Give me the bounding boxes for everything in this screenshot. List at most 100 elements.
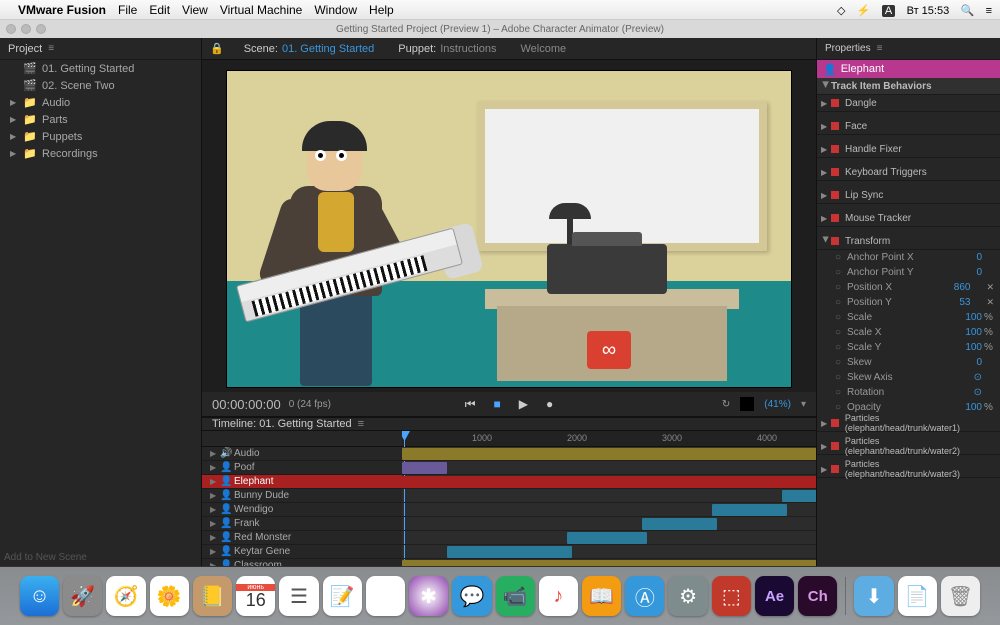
messages-dock-icon[interactable]: 💬 bbox=[452, 576, 491, 616]
timeline-menu-icon[interactable]: ≡ bbox=[358, 418, 364, 430]
project-item[interactable]: ▶📁Puppets bbox=[0, 128, 201, 145]
timeline-clip[interactable] bbox=[782, 490, 816, 502]
transform-property[interactable]: ○Scale Y100% bbox=[817, 340, 1000, 355]
ibooks-dock-icon[interactable]: 📖 bbox=[582, 576, 621, 616]
particles-item[interactable]: ▶Particles (elephant/head/trunk/water3) bbox=[817, 461, 1000, 478]
menu-view[interactable]: View bbox=[182, 3, 208, 17]
play-button[interactable]: ▶ bbox=[519, 397, 528, 412]
menu-file[interactable]: File bbox=[118, 3, 137, 17]
lock-icon[interactable]: 🔒 bbox=[202, 42, 232, 55]
timeline-clip[interactable] bbox=[402, 448, 816, 460]
scene-canvas[interactable]: ∞ bbox=[226, 70, 792, 388]
tab-scene[interactable]: Scene:01. Getting Started bbox=[232, 43, 387, 55]
calendar-dock-icon[interactable]: июнь16 bbox=[236, 576, 275, 616]
safari-dock-icon[interactable]: 🧭 bbox=[106, 576, 145, 616]
behavior-item[interactable]: ▶Keyboard Triggers bbox=[817, 164, 1000, 181]
character-animator-dock-icon[interactable]: Ch bbox=[798, 576, 837, 616]
track-row[interactable] bbox=[402, 489, 816, 503]
properties-menu-icon[interactable]: ≡ bbox=[877, 43, 883, 54]
reminders-dock-icon[interactable]: ☰ bbox=[279, 576, 318, 616]
track-row[interactable] bbox=[402, 517, 816, 531]
selected-object-header[interactable]: 👤 Elephant bbox=[817, 60, 1000, 78]
particles-item[interactable]: ▶Particles (elephant/head/trunk/water1) bbox=[817, 415, 1000, 432]
preview-dock-icon[interactable]: 🖼 bbox=[366, 576, 405, 616]
track-label[interactable]: ▶👤Bunny Dude bbox=[202, 489, 402, 503]
transform-property[interactable]: ○Position Y53✕ bbox=[817, 295, 1000, 310]
project-item[interactable]: ▶📁Audio bbox=[0, 94, 201, 111]
track-row[interactable] bbox=[402, 531, 816, 545]
notification-center-icon[interactable]: ≡ bbox=[986, 5, 992, 17]
close-window-button[interactable] bbox=[6, 24, 16, 34]
behaviors-section[interactable]: ▶Track Item Behaviors bbox=[817, 78, 1000, 95]
transform-property[interactable]: ○Rotation⊙ bbox=[817, 385, 1000, 400]
track-row[interactable] bbox=[402, 461, 816, 475]
add-to-new-scene[interactable]: Add to New Scene bbox=[4, 552, 87, 563]
behavior-item[interactable]: ▶Lip Sync bbox=[817, 187, 1000, 204]
particles-item[interactable]: ▶Particles (elephant/head/trunk/water2) bbox=[817, 438, 1000, 455]
track-row[interactable] bbox=[402, 475, 816, 489]
project-item[interactable]: ▶📁Recordings bbox=[0, 145, 201, 162]
battery-icon[interactable]: ⚡ bbox=[857, 5, 871, 17]
timeline-clip[interactable] bbox=[402, 462, 447, 474]
transform-property[interactable]: ○Skew Axis⊙ bbox=[817, 370, 1000, 385]
timeline-clip[interactable] bbox=[447, 546, 572, 558]
behavior-item[interactable]: ▶Handle Fixer bbox=[817, 141, 1000, 158]
finder-dock-icon[interactable]: ☺ bbox=[20, 576, 59, 616]
behavior-item[interactable]: ▶Mouse Tracker bbox=[817, 210, 1000, 227]
facetime-dock-icon[interactable]: 📹 bbox=[496, 576, 535, 616]
stop-button[interactable]: ■ bbox=[494, 397, 501, 412]
spotlight-icon[interactable]: 🔍 bbox=[961, 5, 975, 17]
menu-help[interactable]: Help bbox=[369, 3, 394, 17]
tab-puppet[interactable]: Puppet:Instructions bbox=[386, 43, 508, 55]
project-menu-icon[interactable]: ≡ bbox=[48, 43, 54, 54]
music-dock-icon[interactable]: ♪ bbox=[539, 576, 578, 616]
track-row[interactable]: lasterAudio.aif bbox=[402, 447, 816, 461]
itunes-dock-icon[interactable]: ✱ bbox=[409, 576, 448, 616]
notes-dock-icon[interactable]: 📝 bbox=[323, 576, 362, 616]
record-button[interactable]: ● bbox=[546, 397, 553, 412]
transform-property[interactable]: ○Scale100% bbox=[817, 310, 1000, 325]
menubar-app-name[interactable]: VMware Fusion bbox=[18, 3, 106, 17]
zoom-window-button[interactable] bbox=[36, 24, 46, 34]
clock[interactable]: Вт 15:53 bbox=[907, 5, 950, 17]
track-label[interactable]: ▶👤Elephant bbox=[202, 475, 402, 489]
timecode[interactable]: 00:00:00:00 bbox=[212, 397, 281, 412]
timeline-clip[interactable] bbox=[642, 518, 717, 530]
transform-property[interactable]: ○Scale X100% bbox=[817, 325, 1000, 340]
zoom-level[interactable]: (41%) bbox=[764, 399, 791, 410]
time-ruler[interactable]: 10002000300040005000 bbox=[402, 431, 816, 447]
after-effects-dock-icon[interactable]: Ae bbox=[755, 576, 794, 616]
project-item[interactable]: 🎬01. Getting Started bbox=[0, 60, 201, 77]
go-to-start-button[interactable]: ⏮ bbox=[465, 397, 476, 412]
transform-property[interactable]: ○Anchor Point Y0 bbox=[817, 265, 1000, 280]
track-label[interactable]: ▶👤Frank bbox=[202, 517, 402, 531]
track-row[interactable] bbox=[402, 503, 816, 517]
track-label[interactable]: ▶🔊Audio bbox=[202, 447, 402, 461]
contacts-dock-icon[interactable]: 📒 bbox=[193, 576, 232, 616]
project-item[interactable]: ▶📁Parts bbox=[0, 111, 201, 128]
menu-virtual-machine[interactable]: Virtual Machine bbox=[220, 3, 303, 17]
project-item[interactable]: 🎬02. Scene Two bbox=[0, 77, 201, 94]
behavior-item[interactable]: ▶Face bbox=[817, 118, 1000, 135]
timeline-clip[interactable] bbox=[712, 504, 787, 516]
input-source-icon[interactable]: А bbox=[882, 5, 895, 17]
track-label[interactable]: ▶👤Poof bbox=[202, 461, 402, 475]
transform-property[interactable]: ○Anchor Point X0 bbox=[817, 250, 1000, 265]
transform-property[interactable]: ○Skew0 bbox=[817, 355, 1000, 370]
track-label[interactable]: ▶👤Classroom bbox=[202, 559, 402, 566]
settings-dock-icon[interactable]: ⚙ bbox=[668, 576, 707, 616]
timeline-clip[interactable] bbox=[402, 476, 816, 488]
checker-icon[interactable] bbox=[740, 397, 754, 411]
zoom-dropdown-icon[interactable]: ▾ bbox=[801, 399, 806, 410]
parallels-dock-icon[interactable]: ⬚ bbox=[712, 576, 751, 616]
timeline-clip[interactable] bbox=[567, 532, 647, 544]
puppet-character[interactable] bbox=[242, 126, 422, 386]
menu-edit[interactable]: Edit bbox=[149, 3, 170, 17]
photos-dock-icon[interactable]: 🌼 bbox=[150, 576, 189, 616]
menu-window[interactable]: Window bbox=[314, 3, 357, 17]
appstore-dock-icon[interactable]: Ⓐ bbox=[625, 576, 664, 616]
behavior-item[interactable]: ▶Dangle bbox=[817, 95, 1000, 112]
launchpad-dock-icon[interactable]: 🚀 bbox=[63, 576, 102, 616]
track-label[interactable]: ▶👤Keytar Gene bbox=[202, 545, 402, 559]
transform-section[interactable]: ▶Transform bbox=[817, 233, 1000, 250]
